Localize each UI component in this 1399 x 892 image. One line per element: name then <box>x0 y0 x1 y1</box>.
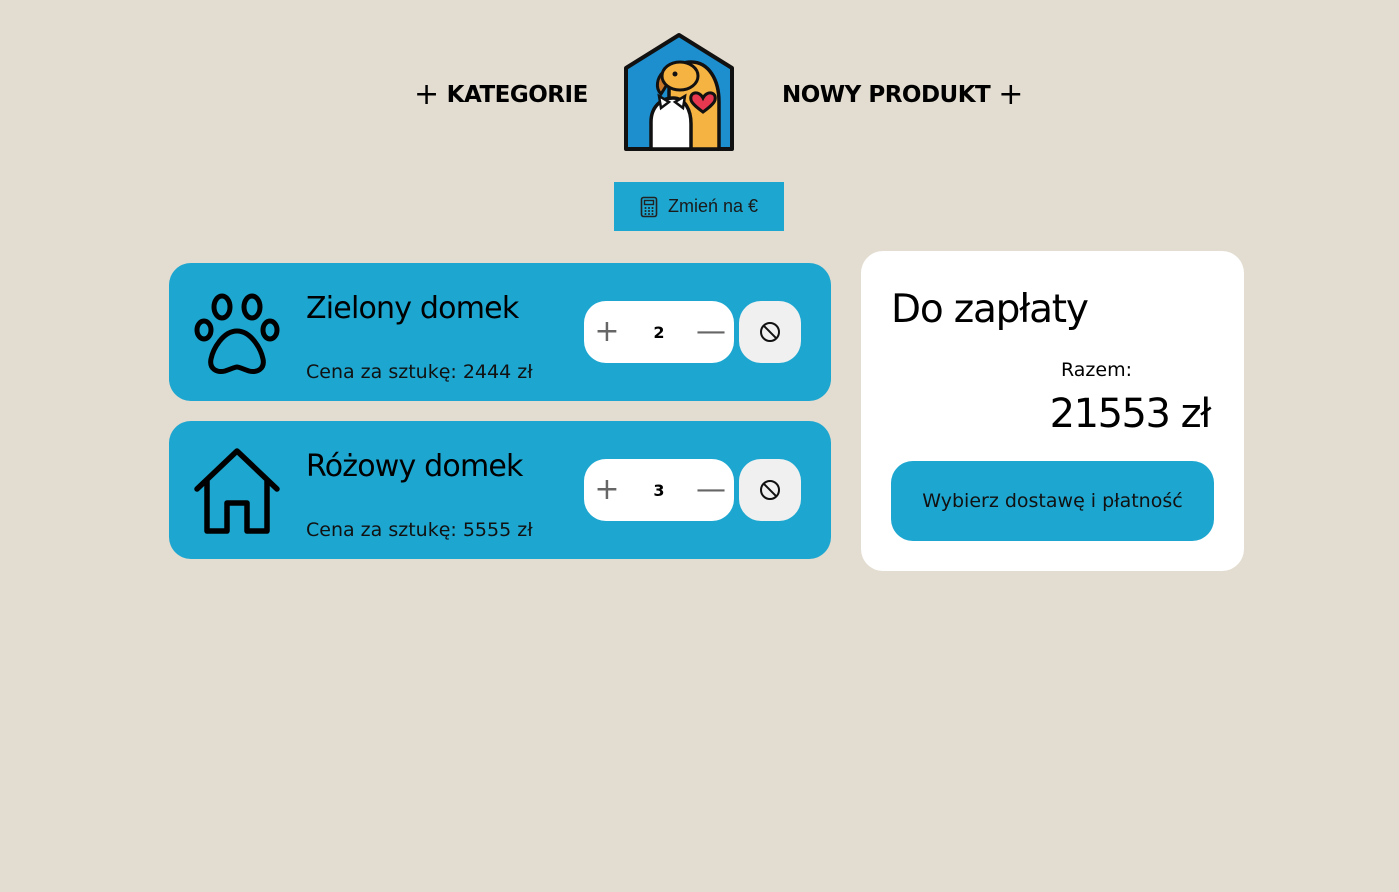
house-icon <box>194 448 280 534</box>
categories-label: KATEGORIE <box>446 82 589 108</box>
new-product-label: NOWY PRODUKT <box>782 82 991 108</box>
total-label: Razem: <box>1061 359 1132 381</box>
change-currency-button[interactable]: Zmień na € <box>614 182 784 231</box>
order-summary: Do zapłaty Razem: 21553 zł Wybierz dosta… <box>861 251 1244 571</box>
cart-item: Różowy domek Cena za sztukę: 5555 zł + 3… <box>169 421 831 559</box>
increase-button[interactable]: + <box>592 312 622 352</box>
total-value: 21553 zł <box>1049 391 1212 437</box>
ban-icon <box>760 480 780 500</box>
decrease-button[interactable]: — <box>696 312 726 352</box>
summary-title: Do zapłaty <box>891 287 1089 332</box>
checkout-button[interactable]: Wybierz dostawę i płatność <box>891 461 1214 541</box>
quantity-stepper: + 2 — <box>584 301 734 363</box>
quantity-stepper: + 3 — <box>584 459 734 521</box>
categories-link[interactable]: + KATEGORIE <box>414 80 588 110</box>
calculator-icon <box>640 196 658 217</box>
ban-icon <box>760 322 780 342</box>
plus-icon: + <box>414 77 439 112</box>
product-price: Cena za sztukę: 2444 zł <box>306 361 533 383</box>
remove-item-button[interactable] <box>739 459 801 521</box>
paw-icon <box>194 293 280 374</box>
cart-item: Zielony domek Cena za sztukę: 2444 zł + … <box>169 263 831 401</box>
change-currency-label: Zmień na € <box>667 196 759 216</box>
product-name: Różowy domek <box>306 449 523 484</box>
quantity-value[interactable]: 2 <box>639 323 679 342</box>
product-price: Cena za sztukę: 5555 zł <box>306 519 533 541</box>
product-name: Zielony domek <box>306 291 519 326</box>
quantity-value[interactable]: 3 <box>639 481 679 500</box>
decrease-button[interactable]: — <box>696 470 726 510</box>
increase-button[interactable]: + <box>592 470 622 510</box>
remove-item-button[interactable] <box>739 301 801 363</box>
top-nav: + KATEGORIE NOWY PRODUKT + <box>0 0 1399 170</box>
new-product-link[interactable]: NOWY PRODUKT + <box>782 80 1023 110</box>
plus-icon: + <box>998 77 1023 112</box>
pet-house-logo-icon[interactable] <box>623 32 735 152</box>
